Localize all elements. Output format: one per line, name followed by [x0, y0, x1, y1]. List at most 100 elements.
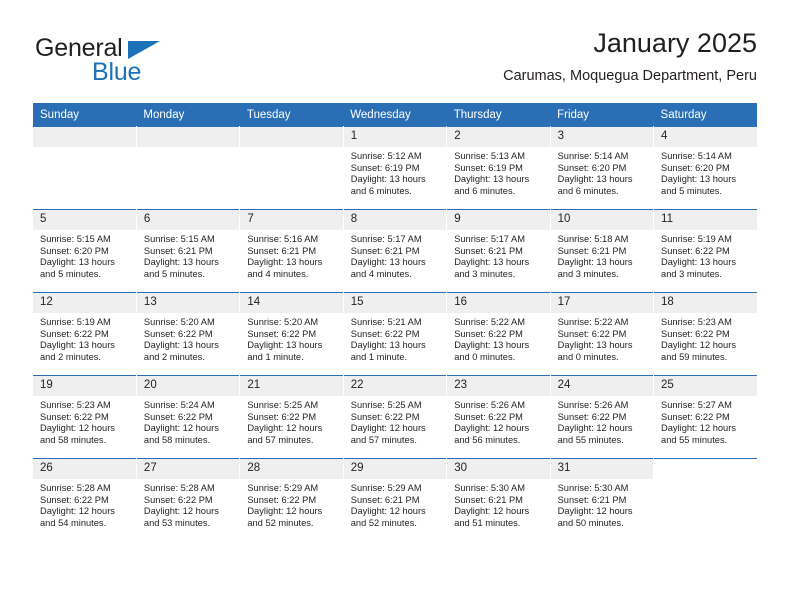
- calendar-day-cell[interactable]: 6 Sunrise: 5:15 AM Sunset: 6:21 PM Daylight…: [136, 209, 241, 293]
- calendar-day-cell[interactable]: 25 Sunrise: 5:27 AM Sunset: 6:22 PM Dayligh…: [653, 375, 757, 459]
- calendar-day-cell[interactable]: 12 Sunrise: 5:19 AM Sunset: 6:22 PM Dayligh…: [33, 292, 137, 376]
- calendar-day-cell[interactable]: 7 Sunrise: 5:16 AM Sunset: 6:21 PM Daylight…: [239, 209, 344, 293]
- sunset-text: Sunset: 6:21 PM: [557, 494, 627, 505]
- sunrise-text: Sunrise: 5:15 AM: [143, 234, 215, 244]
- calendar-body: 1 Sunrise: 5:12 AM Sunset: 6:19 PM Daylight…: [33, 126, 757, 541]
- day-number: 29: [343, 459, 447, 479]
- calendar-day-cell[interactable]: 18 Sunrise: 5:23 AM Sunset: 6:22 PM Dayligh…: [653, 292, 757, 376]
- day-number: [136, 127, 240, 147]
- calendar-day-cell[interactable]: 13 Sunrise: 5:20 AM Sunset: 6:22 PM Dayligh…: [136, 292, 241, 376]
- calendar-day-cell[interactable]: 22 Sunrise: 5:25 AM Sunset: 6:22 PM Dayligh…: [343, 375, 448, 459]
- weekday-header-thursday: Thursday: [446, 103, 551, 127]
- daylight-text-line1: Daylight: 13 hours: [247, 340, 323, 351]
- sunset-text: Sunset: 6:22 PM: [143, 328, 213, 339]
- calendar-day-cell[interactable]: 28 Sunrise: 5:29 AM Sunset: 6:22 PM Dayligh…: [239, 458, 344, 541]
- daylight-text-line2: and 55 minutes.: [557, 434, 624, 445]
- calendar-day-cell[interactable]: 20 Sunrise: 5:24 AM Sunset: 6:22 PM Dayligh…: [136, 375, 241, 459]
- sunset-text: Sunset: 6:21 PM: [143, 245, 213, 256]
- day-sun-info: Sunrise: 5:29 AM Sunset: 6:21 PM Daylight:…: [344, 479, 446, 529]
- calendar-day-cell[interactable]: 17 Sunrise: 5:22 AM Sunset: 6:22 PM Dayligh…: [550, 292, 655, 376]
- day-sun-info: Sunrise: 5:26 AM Sunset: 6:22 PM Daylight:…: [447, 396, 549, 446]
- calendar-week-row: 19 Sunrise: 5:23 AM Sunset: 6:22 PM Dayligh…: [33, 375, 757, 459]
- daylight-text-line2: and 4 minutes.: [247, 268, 309, 279]
- day-sun-info: Sunrise: 5:15 AM Sunset: 6:21 PM Daylight:…: [137, 230, 239, 280]
- day-number: 23: [447, 376, 550, 396]
- calendar-day-cell[interactable]: 16 Sunrise: 5:22 AM Sunset: 6:22 PM Dayligh…: [446, 292, 551, 376]
- logo-triangle-icon: [128, 41, 160, 59]
- page-subtitle: Carumas, Moquegua Department, Peru: [503, 68, 757, 84]
- calendar-day-cell[interactable]: 27 Sunrise: 5:28 AM Sunset: 6:22 PM Dayligh…: [136, 458, 241, 541]
- sunset-text: Sunset: 6:22 PM: [350, 411, 420, 422]
- daylight-text-line2: and 6 minutes.: [350, 185, 412, 196]
- day-sun-info: Sunrise: 5:15 AM Sunset: 6:20 PM Daylight:…: [33, 230, 136, 280]
- calendar-day-cell[interactable]: 26 Sunrise: 5:28 AM Sunset: 6:22 PM Dayligh…: [33, 458, 137, 541]
- day-number: 14: [240, 293, 343, 313]
- sunrise-text: Sunrise: 5:23 AM: [40, 400, 111, 410]
- day-number: 31: [550, 459, 654, 479]
- logo-text-blue: Blue: [92, 58, 142, 86]
- daylight-text-line2: and 3 minutes.: [557, 268, 619, 279]
- daylight-text-line1: Daylight: 13 hours: [350, 257, 426, 268]
- sunrise-text: Sunrise: 5:25 AM: [350, 400, 422, 410]
- calendar-day-cell[interactable]: 3 Sunrise: 5:14 AM Sunset: 6:20 PM Daylight…: [550, 126, 655, 210]
- day-sun-info: Sunrise: 5:29 AM Sunset: 6:22 PM Daylight:…: [240, 479, 342, 529]
- sunset-text: Sunset: 6:19 PM: [350, 162, 420, 173]
- sunrise-text: Sunrise: 5:29 AM: [350, 483, 422, 493]
- sunrise-text: Sunrise: 5:27 AM: [661, 400, 732, 410]
- sunset-text: Sunset: 6:20 PM: [661, 162, 730, 173]
- sunset-text: Sunset: 6:19 PM: [454, 162, 523, 173]
- day-number: 9: [447, 210, 550, 230]
- daylight-text-line2: and 0 minutes.: [557, 351, 619, 362]
- daylight-text-line1: Daylight: 13 hours: [557, 174, 633, 185]
- calendar-day-cell[interactable]: 5 Sunrise: 5:15 AM Sunset: 6:20 PM Daylight…: [33, 209, 137, 293]
- calendar-day-cell-empty: [239, 126, 344, 210]
- calendar-day-cell[interactable]: 15 Sunrise: 5:21 AM Sunset: 6:22 PM Dayligh…: [343, 292, 448, 376]
- sunset-text: Sunset: 6:22 PM: [40, 411, 109, 422]
- day-sun-info: Sunrise: 5:23 AM Sunset: 6:22 PM Daylight:…: [654, 313, 757, 363]
- daylight-text-line1: Daylight: 12 hours: [454, 423, 530, 434]
- calendar-day-cell[interactable]: 8 Sunrise: 5:17 AM Sunset: 6:21 PM Daylight…: [343, 209, 448, 293]
- daylight-text-line1: Daylight: 13 hours: [247, 257, 323, 268]
- day-number: 17: [550, 293, 654, 313]
- sunrise-text: Sunrise: 5:22 AM: [557, 317, 629, 327]
- sunrise-text: Sunrise: 5:14 AM: [557, 151, 629, 161]
- daylight-text-line1: Daylight: 13 hours: [557, 257, 633, 268]
- calendar-page: General Blue January 2025 Carumas, Moque…: [0, 0, 792, 612]
- general-blue-logo[interactable]: General Blue: [35, 34, 265, 90]
- day-number: 12: [33, 293, 136, 313]
- weekday-header-saturday: Saturday: [653, 103, 757, 127]
- calendar-day-cell[interactable]: 10 Sunrise: 5:18 AM Sunset: 6:21 PM Dayligh…: [550, 209, 655, 293]
- daylight-text-line2: and 6 minutes.: [557, 185, 619, 196]
- calendar-day-cell[interactable]: 19 Sunrise: 5:23 AM Sunset: 6:22 PM Dayligh…: [33, 375, 137, 459]
- sunrise-text: Sunrise: 5:22 AM: [454, 317, 525, 327]
- calendar-day-cell[interactable]: 11 Sunrise: 5:19 AM Sunset: 6:22 PM Dayligh…: [653, 209, 757, 293]
- day-sun-info: Sunrise: 5:22 AM Sunset: 6:22 PM Daylight:…: [447, 313, 549, 363]
- calendar-day-cell[interactable]: 31 Sunrise: 5:30 AM Sunset: 6:21 PM Dayligh…: [550, 458, 655, 541]
- day-sun-info: Sunrise: 5:21 AM Sunset: 6:22 PM Daylight:…: [344, 313, 446, 363]
- daylight-text-line2: and 50 minutes.: [557, 517, 624, 528]
- calendar-day-cell-empty: [136, 126, 241, 210]
- day-number: 1: [343, 127, 447, 147]
- calendar-day-cell[interactable]: 24 Sunrise: 5:26 AM Sunset: 6:22 PM Dayligh…: [550, 375, 655, 459]
- sunset-text: Sunset: 6:22 PM: [661, 328, 730, 339]
- daylight-text-line1: Daylight: 13 hours: [661, 174, 736, 185]
- calendar-day-cell[interactable]: 9 Sunrise: 5:17 AM Sunset: 6:21 PM Daylight…: [446, 209, 551, 293]
- day-number: 15: [343, 293, 447, 313]
- calendar-day-cell[interactable]: 1 Sunrise: 5:12 AM Sunset: 6:19 PM Daylight…: [343, 126, 448, 210]
- day-sun-info: Sunrise: 5:30 AM Sunset: 6:21 PM Daylight:…: [551, 479, 653, 529]
- sunrise-text: Sunrise: 5:30 AM: [557, 483, 629, 493]
- sunset-text: Sunset: 6:22 PM: [557, 411, 627, 422]
- day-sun-info: Sunrise: 5:20 AM Sunset: 6:22 PM Daylight:…: [240, 313, 342, 363]
- daylight-text-line1: Daylight: 13 hours: [454, 174, 530, 185]
- sunset-text: Sunset: 6:22 PM: [247, 328, 317, 339]
- calendar-day-cell[interactable]: 2 Sunrise: 5:13 AM Sunset: 6:19 PM Daylight…: [446, 126, 551, 210]
- calendar-day-cell[interactable]: 21 Sunrise: 5:25 AM Sunset: 6:22 PM Dayligh…: [239, 375, 344, 459]
- daylight-text-line1: Daylight: 12 hours: [350, 423, 426, 434]
- calendar-day-cell[interactable]: 29 Sunrise: 5:29 AM Sunset: 6:21 PM Dayligh…: [343, 458, 448, 541]
- calendar-day-cell[interactable]: 14 Sunrise: 5:20 AM Sunset: 6:22 PM Dayligh…: [239, 292, 344, 376]
- daylight-text-line2: and 53 minutes.: [143, 517, 211, 528]
- calendar-day-cell[interactable]: 30 Sunrise: 5:30 AM Sunset: 6:21 PM Dayligh…: [446, 458, 551, 541]
- day-sun-info: Sunrise: 5:23 AM Sunset: 6:22 PM Daylight:…: [33, 396, 136, 446]
- calendar-day-cell[interactable]: 4 Sunrise: 5:14 AM Sunset: 6:20 PM Daylight…: [653, 126, 757, 210]
- calendar-day-cell[interactable]: 23 Sunrise: 5:26 AM Sunset: 6:22 PM Dayligh…: [446, 375, 551, 459]
